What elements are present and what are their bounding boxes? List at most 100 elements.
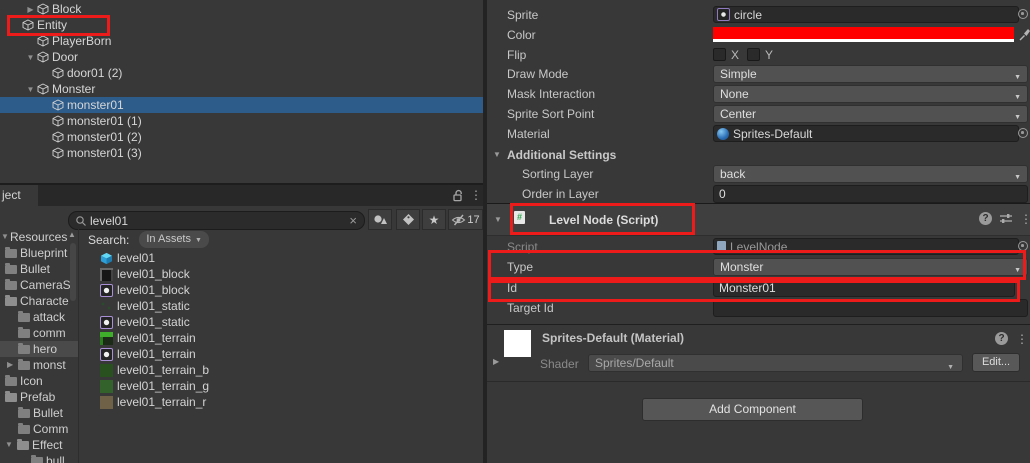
filter-by-label-button[interactable] xyxy=(396,209,420,230)
favorites-button[interactable]: ★ xyxy=(422,209,446,230)
order-in-layer-input[interactable]: 0 xyxy=(713,185,1028,203)
help-icon[interactable]: ? xyxy=(979,212,992,225)
asset-row[interactable]: level01 xyxy=(80,250,483,266)
asset-row[interactable]: level01_terrain_r xyxy=(80,394,483,410)
foldout-arrow-icon[interactable]: ▶ xyxy=(7,357,13,373)
asset-row[interactable]: level01_block xyxy=(80,282,483,298)
hierarchy-item[interactable]: monster01 (1) xyxy=(0,113,483,129)
hierarchy-item[interactable]: Entity xyxy=(0,17,483,33)
hierarchy-item[interactable]: monster01 (2) xyxy=(0,129,483,145)
folder-item[interactable]: Blueprint xyxy=(0,245,78,261)
shader-label: Shader xyxy=(540,356,579,372)
hierarchy-item[interactable]: monster01 (3) xyxy=(0,145,483,161)
kebab-menu-icon[interactable]: ⋮ xyxy=(470,187,482,203)
shader-dropdown[interactable]: Sprites/Default▼ xyxy=(588,354,963,372)
material-sphere-icon xyxy=(717,128,729,140)
search-input-wrap[interactable]: × xyxy=(68,211,365,230)
foldout-arrow-icon[interactable]: ▼ xyxy=(493,150,501,159)
folder-item[interactable]: CameraS xyxy=(0,277,78,293)
scroll-up-arrow[interactable]: ▲ xyxy=(66,229,78,241)
folder-item[interactable]: Prefab xyxy=(0,389,78,405)
hierarchy-item-label: PlayerBorn xyxy=(52,34,111,48)
sprite-sort-point-value: Center xyxy=(720,107,756,121)
target-id-input[interactable] xyxy=(713,299,1028,317)
presets-icon[interactable] xyxy=(999,212,1013,225)
material-object-field[interactable]: Sprites-Default xyxy=(713,125,1019,142)
kebab-menu-icon[interactable]: ⋮ xyxy=(1016,332,1028,346)
foldout-arrow-icon[interactable]: ▼ xyxy=(27,53,35,62)
folder-item[interactable]: hero xyxy=(0,341,78,357)
id-input[interactable]: Monster01 xyxy=(713,279,1015,297)
sprite-sort-point-dropdown[interactable]: Center▼ xyxy=(713,105,1028,123)
asset-row[interactable]: level01_static xyxy=(80,298,483,314)
folder-item[interactable]: Icon xyxy=(0,373,78,389)
sorting-layer-dropdown[interactable]: back▼ xyxy=(713,165,1028,183)
asset-row[interactable]: level01_terrain xyxy=(80,346,483,362)
component-title[interactable]: Level Node (Script) xyxy=(549,212,658,228)
mask-interaction-dropdown[interactable]: None▼ xyxy=(713,85,1028,103)
search-scope-pill[interactable]: In Assets▼ xyxy=(139,231,209,248)
gameobject-cube-icon xyxy=(22,19,34,31)
folder-label: Bullet xyxy=(20,262,50,276)
hierarchy-item[interactable]: ▼ Door xyxy=(0,49,483,65)
hierarchy-item[interactable]: door01 (2) xyxy=(0,65,483,81)
order-in-layer-value: 0 xyxy=(719,187,726,201)
hierarchy-item[interactable]: ▼ Monster xyxy=(0,81,483,97)
object-picker-icon[interactable] xyxy=(1018,241,1028,251)
foldout-arrow-icon[interactable]: ▼ xyxy=(5,437,13,453)
material-preview-title[interactable]: Sprites-Default (Material) xyxy=(542,330,684,346)
folder-item[interactable]: Comm xyxy=(0,421,78,437)
search-icon xyxy=(75,215,87,227)
folder-item[interactable]: Bullet xyxy=(0,405,78,421)
add-component-button[interactable]: Add Component xyxy=(642,398,863,421)
asset-row[interactable]: level01_terrain_b xyxy=(80,362,483,378)
flip-y-checkbox[interactable] xyxy=(747,48,760,61)
edit-material-button[interactable]: Edit... xyxy=(972,353,1020,372)
folder-item[interactable]: Bullet xyxy=(0,261,78,277)
folder-item[interactable]: Characte xyxy=(0,293,78,309)
folder-item[interactable]: attack xyxy=(0,309,78,325)
material-preview-thumbnail xyxy=(504,330,531,357)
hidden-packages-button[interactable]: 17 xyxy=(448,209,483,230)
hierarchy-item[interactable]: monster01 xyxy=(0,97,483,113)
folder-item[interactable]: ▶ monst xyxy=(0,357,78,373)
type-label: Type xyxy=(507,259,533,275)
folder-item[interactable]: ▼ Effect xyxy=(0,437,78,453)
eyedropper-icon[interactable] xyxy=(1019,28,1030,41)
scrollbar-thumb[interactable] xyxy=(70,243,76,301)
flip-x-checkbox[interactable] xyxy=(713,48,726,61)
asset-row[interactable]: level01_block xyxy=(80,266,483,282)
asset-row[interactable]: level01_terrain_g xyxy=(80,378,483,394)
filter-by-type-button[interactable] xyxy=(368,209,392,230)
foldout-arrow-icon[interactable]: ▶ xyxy=(27,5,33,14)
kebab-menu-icon[interactable]: ⋮ xyxy=(1020,212,1030,226)
color-swatch[interactable] xyxy=(713,27,1014,42)
foldout-arrow-icon[interactable]: ▼ xyxy=(494,215,502,224)
hierarchy-item[interactable]: PlayerBorn xyxy=(0,33,483,49)
hierarchy-item[interactable]: ▶ Block xyxy=(0,1,483,17)
folder-label: monst xyxy=(33,358,66,372)
search-input[interactable] xyxy=(90,214,349,228)
type-dropdown[interactable]: Monster▼ xyxy=(713,258,1028,276)
foldout-slot: ▶ xyxy=(24,1,37,18)
asset-row[interactable]: level01_static xyxy=(80,314,483,330)
folder-item[interactable]: comm xyxy=(0,325,78,341)
asset-row[interactable]: level01_terrain xyxy=(80,330,483,346)
clear-search-icon[interactable]: × xyxy=(349,212,357,229)
object-picker-icon[interactable] xyxy=(1018,128,1028,138)
foldout-arrow-icon[interactable]: ▼ xyxy=(1,229,9,245)
gameobject-cube-icon xyxy=(52,147,64,159)
unlock-icon[interactable] xyxy=(452,189,466,203)
tab-project[interactable]: ject xyxy=(0,185,38,206)
folder-item[interactable]: bull xyxy=(0,453,78,463)
foldout-arrow-icon[interactable]: ▼ xyxy=(27,85,35,94)
asset-icon-wrap xyxy=(100,348,113,361)
help-icon[interactable]: ? xyxy=(995,332,1008,345)
draw-mode-dropdown[interactable]: Simple▼ xyxy=(713,65,1028,83)
foldout-arrow-icon[interactable]: ▶ xyxy=(493,357,499,366)
asset-icon-wrap xyxy=(100,252,113,265)
sprite-object-field[interactable]: circle xyxy=(713,6,1019,23)
script-object-field[interactable]: LevelNode xyxy=(713,238,1019,255)
object-picker-icon[interactable] xyxy=(1018,9,1028,19)
additional-settings-label[interactable]: Additional Settings xyxy=(507,147,616,163)
